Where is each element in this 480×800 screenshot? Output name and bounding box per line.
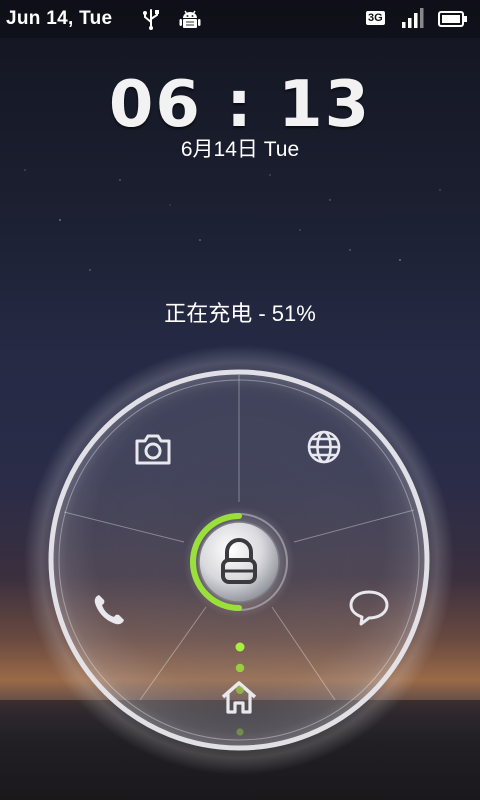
messaging-icon — [349, 590, 389, 626]
browser-shortcut[interactable] — [299, 422, 349, 472]
messaging-shortcut[interactable] — [344, 582, 394, 632]
camera-icon — [135, 434, 171, 465]
phone-icon — [94, 595, 124, 625]
camera-shortcut[interactable] — [128, 424, 178, 474]
lock-handle[interactable] — [183, 506, 295, 618]
browser-globe-icon — [307, 430, 341, 464]
unlock-direction-dots — [235, 642, 245, 736]
phone-shortcut[interactable] — [84, 585, 134, 635]
